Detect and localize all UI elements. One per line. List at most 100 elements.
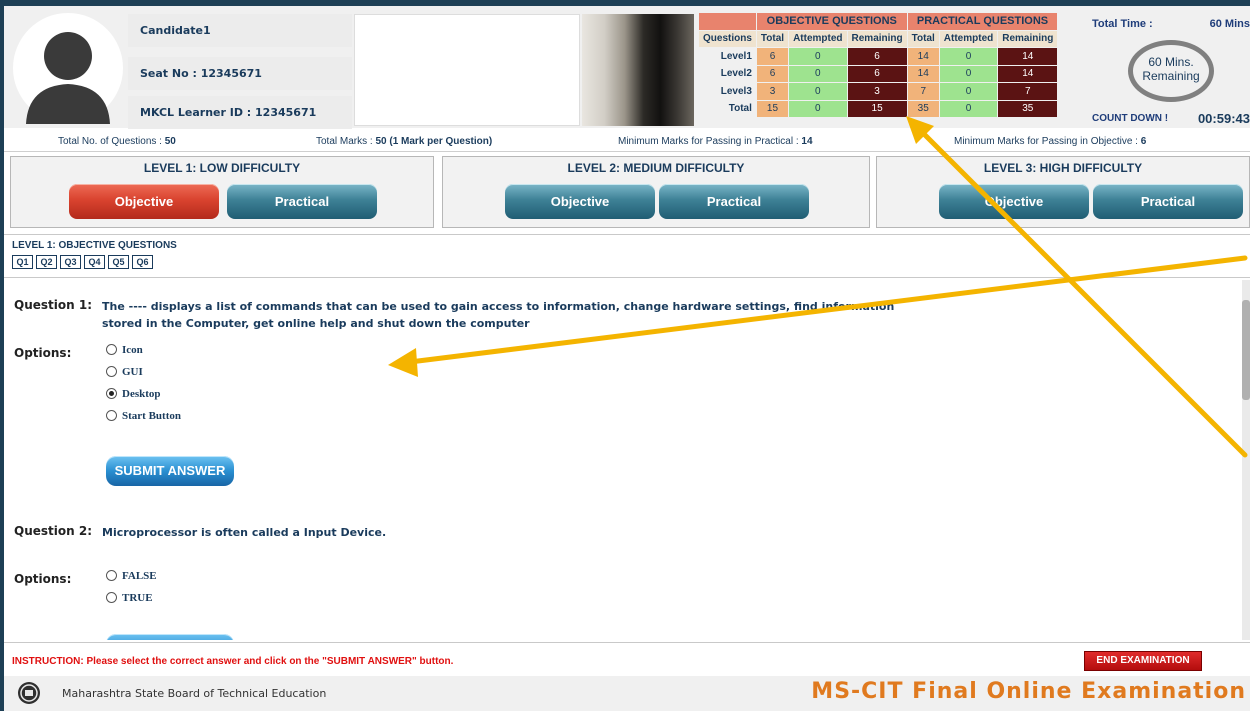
- question-button-3[interactable]: Q3: [60, 255, 81, 269]
- scrollbar-thumb[interactable]: [1242, 300, 1250, 400]
- cell: 6: [846, 47, 908, 66]
- question-1-text: The ---- displays a list of commands tha…: [102, 300, 895, 330]
- question-1-options-label: Options:: [14, 346, 72, 360]
- total-time-value: 60 Mins: [1209, 18, 1250, 30]
- total-questions: Total No. of Questions : 50: [58, 136, 176, 147]
- cell: 14: [997, 47, 1059, 66]
- min-objective-label: Minimum Marks for Passing in Objective :: [954, 136, 1138, 147]
- option-label: Desktop: [122, 388, 161, 400]
- question-2-text: Microprocessor is often called a Input D…: [102, 526, 387, 539]
- cell: 0: [938, 47, 999, 66]
- webcam-feed: [582, 14, 694, 126]
- radio-button[interactable]: [106, 592, 117, 603]
- level-title: LEVEL 1: LOW DIFFICULTY: [143, 161, 301, 175]
- level-3-objective-tab[interactable]: Objective: [939, 184, 1089, 219]
- table-row: Level2 6 0 6 14 0 14: [698, 64, 1059, 83]
- scrollbar[interactable]: [1242, 280, 1250, 640]
- level-title: LEVEL 3: HIGH DIFFICULTY: [983, 161, 1143, 175]
- cell: 6: [846, 64, 908, 83]
- cell: 3: [846, 82, 908, 101]
- question-nav: LEVEL 1: OBJECTIVE QUESTIONS Q1 Q2 Q3 Q4…: [4, 234, 1250, 278]
- question-2-options-label: Options:: [14, 572, 72, 586]
- cell: 7: [997, 82, 1059, 101]
- exam-title: MS-CIT Final Online Examination: [811, 679, 1246, 704]
- end-examination-button[interactable]: END EXAMINATION: [1084, 651, 1202, 671]
- cell: 7: [906, 82, 940, 101]
- question-button-2[interactable]: Q2: [36, 255, 57, 269]
- level-title: LEVEL 2: MEDIUM DIFFICULTY: [567, 161, 745, 175]
- column-header: Total: [755, 29, 790, 48]
- min-practical-value: 14: [801, 136, 813, 147]
- option-desktop[interactable]: Desktop: [106, 388, 161, 400]
- option-label: GUI: [122, 366, 143, 378]
- practical-header: PRACTICAL QUESTIONS: [906, 12, 1059, 31]
- min-objective-value: 6: [1140, 136, 1147, 147]
- marks-strip: Total No. of Questions : 50 Total Marks …: [4, 130, 1250, 152]
- min-marks-objective: Minimum Marks for Passing in Objective :…: [954, 136, 1146, 147]
- total-marks-value: 50: [375, 136, 387, 147]
- level-2-objective-tab[interactable]: Objective: [505, 184, 655, 219]
- option-icon[interactable]: Icon: [106, 344, 143, 356]
- level-1-practical-tab[interactable]: Practical: [227, 184, 377, 219]
- question-1-label: Question 1:: [14, 298, 92, 312]
- timer-panel: Total Time : 60 Mins 60 Mins. Remaining …: [1092, 14, 1250, 126]
- cell: 14: [906, 47, 940, 66]
- cell: 0: [938, 82, 999, 101]
- radio-button[interactable]: [106, 344, 117, 355]
- instruction-text: INSTRUCTION: Please select the correct a…: [12, 656, 454, 667]
- submit-answer-button[interactable]: SUBMIT ANSWER: [106, 456, 234, 486]
- radio-button[interactable]: [106, 366, 117, 377]
- option-start-button[interactable]: Start Button: [106, 410, 181, 422]
- column-header: Total: [906, 29, 940, 48]
- question-button-4[interactable]: Q4: [84, 255, 105, 269]
- total-questions-value: 50: [164, 136, 176, 147]
- level-3-practical-tab[interactable]: Practical: [1093, 184, 1243, 219]
- total-marks: Total Marks : 50 (1 Mark per Question): [316, 136, 492, 147]
- table-corner: [698, 12, 757, 31]
- level-2-panel: LEVEL 2: MEDIUM DIFFICULTY Objective Pra…: [442, 156, 870, 228]
- option-false[interactable]: FALSE: [106, 570, 157, 582]
- table-row: Total 15 0 15 35 0 35: [698, 99, 1059, 118]
- cell: 0: [938, 64, 999, 83]
- cell: 3: [755, 82, 790, 101]
- column-header: Remaining: [997, 29, 1059, 48]
- question-summary-table: OBJECTIVE QUESTIONS PRACTICAL QUESTIONS …: [698, 12, 1059, 118]
- min-practical-label: Minimum Marks for Passing in Practical :: [618, 136, 799, 147]
- total-marks-note: (1 Mark per Question): [389, 136, 493, 147]
- cell: 0: [788, 99, 848, 118]
- radio-button-selected[interactable]: [106, 388, 117, 399]
- submit-answer-button-2[interactable]: [106, 634, 234, 640]
- option-gui[interactable]: GUI: [106, 366, 143, 378]
- radio-button[interactable]: [106, 410, 117, 421]
- radio-button[interactable]: [106, 570, 117, 581]
- countdown-label: COUNT DOWN !: [1092, 113, 1169, 124]
- cell: 14: [906, 64, 940, 83]
- column-header: Attempted: [938, 29, 999, 48]
- question-button-1[interactable]: Q1: [12, 255, 33, 269]
- total-questions-label: Total No. of Questions :: [58, 136, 162, 147]
- table-row: Level3 3 0 3 7 0 7: [698, 82, 1059, 101]
- ring-line-1: 60 Mins.: [1148, 55, 1194, 69]
- column-header: Questions: [698, 29, 757, 48]
- cell: 15: [755, 99, 790, 118]
- table-row: Level1 6 0 6 14 0 14: [698, 47, 1059, 66]
- cell: 35: [997, 99, 1059, 118]
- question-nav-title: LEVEL 1: OBJECTIVE QUESTIONS: [12, 240, 177, 251]
- level-1-objective-tab[interactable]: Objective: [69, 184, 219, 219]
- board-logo-icon: [18, 682, 40, 704]
- level-2-practical-tab[interactable]: Practical: [659, 184, 809, 219]
- question-button-6[interactable]: Q6: [132, 255, 153, 269]
- header: Candidate1 Seat No : 12345671 MKCL Learn…: [4, 6, 1250, 129]
- question-2-label: Question 2:: [14, 524, 92, 538]
- info-panel: [354, 14, 580, 126]
- question-area: Question 1: The ---- displays a list of …: [4, 280, 1250, 640]
- option-true[interactable]: TRUE: [106, 592, 153, 604]
- ring-line-2: Remaining: [1142, 69, 1200, 83]
- cell: 15: [846, 99, 908, 118]
- question-button-5[interactable]: Q5: [108, 255, 129, 269]
- level-3-panel: LEVEL 3: HIGH DIFFICULTY Objective Pract…: [876, 156, 1250, 228]
- option-label: Start Button: [122, 410, 181, 422]
- min-marks-practical: Minimum Marks for Passing in Practical :…: [618, 136, 813, 147]
- row-label: Level1: [698, 47, 757, 66]
- time-remaining-ring: 60 Mins. Remaining: [1128, 40, 1214, 102]
